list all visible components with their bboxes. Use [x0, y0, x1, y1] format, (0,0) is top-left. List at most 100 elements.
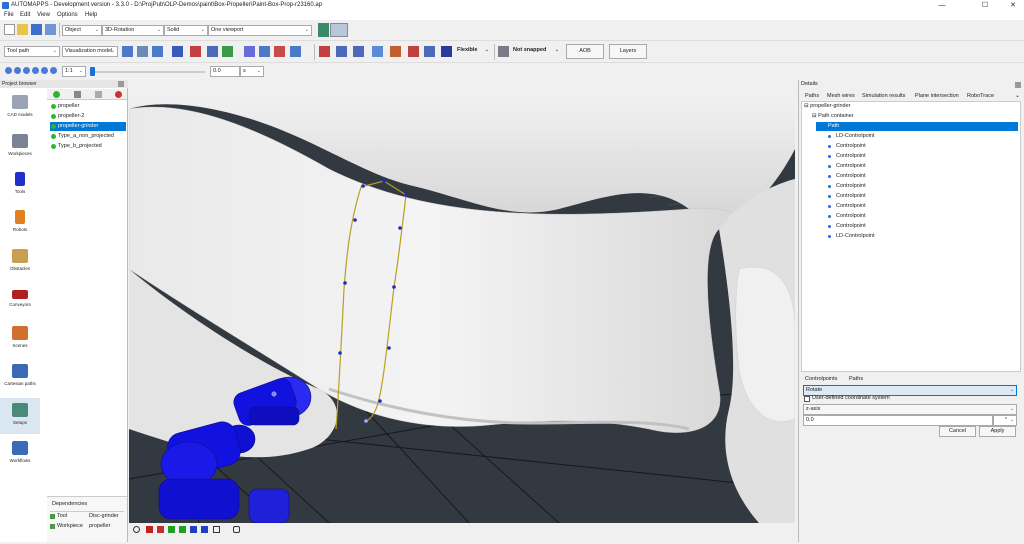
point-rotate-icon[interactable]	[353, 46, 364, 57]
view-iso-icon[interactable]	[213, 526, 220, 533]
menu-view[interactable]: View	[37, 12, 50, 18]
list-item-selected[interactable]: propeller-grinder	[50, 122, 126, 131]
list-item[interactable]: propeller-2	[50, 112, 84, 121]
target-edit-icon[interactable]	[259, 46, 270, 57]
view-bottom-icon[interactable]	[201, 526, 208, 533]
new-file-icon[interactable]	[4, 24, 15, 35]
category-conveyors[interactable]: Conveyors	[0, 287, 40, 307]
list-item[interactable]: Type_a_non_projected	[50, 132, 114, 141]
model-select[interactable]: Visualization model ⌄	[62, 46, 118, 57]
timeline-slider-thumb[interactable]	[90, 67, 95, 76]
axis-select[interactable]: z-axis ⌄	[803, 404, 1017, 415]
menu-options[interactable]: Options	[57, 12, 78, 18]
path-type-select[interactable]: Tool path ⌄	[4, 46, 60, 57]
user-cs-checkbox[interactable]	[804, 396, 810, 402]
tabs-overflow-icon[interactable]: ⌄	[1015, 92, 1020, 99]
flexible-select[interactable]: Flexible ⌄	[455, 46, 491, 57]
save-as-icon[interactable]	[45, 24, 56, 35]
category-workpieces[interactable]: Workpieces	[0, 134, 40, 156]
category-setups[interactable]: Setups	[0, 398, 40, 434]
time-unit-select[interactable]: s ⌄	[240, 66, 264, 77]
amount-unit-select[interactable]: ° ⌄	[993, 415, 1017, 426]
render-select[interactable]: Solid ⌄	[164, 25, 208, 36]
zoom-icon[interactable]	[133, 526, 140, 533]
snap-icon[interactable]	[498, 46, 509, 57]
view-back-icon[interactable]	[157, 526, 164, 533]
category-scenes[interactable]: Scenes	[0, 326, 40, 348]
amount-input[interactable]: 0.0	[803, 415, 993, 426]
point-icon[interactable]	[319, 46, 330, 57]
arrange-icon[interactable]	[222, 46, 233, 57]
rename-icon[interactable]	[95, 91, 102, 98]
tree-container[interactable]: ⊟ Path container	[812, 112, 854, 121]
measure-icon[interactable]	[290, 46, 301, 57]
tree-controlpoint[interactable]: Controlpoint	[828, 162, 866, 171]
open-folder-icon[interactable]	[17, 24, 28, 35]
tab-plane-intersection[interactable]: Plane intersection	[915, 93, 959, 99]
tab-robotrace[interactable]: RoboTrace	[967, 93, 994, 99]
tree-root[interactable]: ⊟ propeller-grinder	[804, 102, 851, 111]
cut-icon[interactable]	[408, 46, 419, 57]
first-frame-icon[interactable]	[5, 67, 12, 74]
prev-frame-icon[interactable]	[14, 67, 21, 74]
aob-button[interactable]: AOB	[566, 44, 604, 59]
tree-controlpoint[interactable]: Controlpoint	[828, 142, 866, 151]
maximize-button[interactable]: ☐	[978, 1, 992, 10]
add-icon[interactable]	[53, 91, 60, 98]
tab-paths[interactable]: Paths	[805, 93, 819, 99]
hand-icon[interactable]	[233, 526, 240, 533]
category-cartesian-paths[interactable]: Cartesian paths	[0, 364, 40, 386]
delete-icon[interactable]	[115, 91, 122, 98]
save-icon[interactable]	[31, 24, 42, 35]
category-workflows[interactable]: Workflows	[0, 441, 40, 463]
tab-simulation-results[interactable]: Simulation results	[862, 93, 905, 99]
time-input[interactable]: 0.0	[210, 66, 240, 77]
ratio-select[interactable]: 1:1 ⌄	[62, 66, 86, 77]
pin-icon[interactable]	[1015, 82, 1021, 88]
snap-select[interactable]: Not snapped ⌄	[511, 46, 561, 57]
last-frame-icon[interactable]	[50, 67, 57, 74]
point-move-icon[interactable]	[336, 46, 347, 57]
layout-icon[interactable]	[330, 23, 348, 37]
viewport-select[interactable]: One viewport ⌄	[208, 25, 312, 36]
tree-controlpoint[interactable]: LD-Controlpoint	[828, 132, 875, 141]
viewport-3d[interactable]	[129, 89, 795, 523]
target-icon[interactable]	[244, 46, 255, 57]
workpiece-icon[interactable]	[190, 46, 201, 57]
scene-canvas[interactable]	[129, 89, 795, 523]
pause-icon[interactable]	[32, 67, 39, 74]
tree-controlpoint[interactable]: Controlpoint	[828, 152, 866, 161]
category-tools[interactable]: Tools	[0, 172, 40, 194]
panel-toggle-icon[interactable]	[318, 23, 329, 37]
category-obstacles[interactable]: Obstacles	[0, 249, 40, 271]
apply-button[interactable]: Apply	[979, 426, 1016, 437]
path-edit-icon[interactable]	[137, 46, 148, 57]
play-icon[interactable]	[41, 67, 48, 74]
transfer-icon[interactable]	[207, 46, 218, 57]
copy-icon[interactable]	[74, 91, 81, 98]
view-right-icon[interactable]	[179, 526, 186, 533]
tab-lower-paths[interactable]: Paths	[849, 376, 863, 382]
tree-controlpoint[interactable]: Controlpoint	[828, 172, 866, 181]
spline-icon[interactable]	[372, 46, 383, 57]
tree-path-selected[interactable]: Path	[816, 122, 1018, 131]
path-tool-icon[interactable]	[122, 46, 133, 57]
tab-controlpoints[interactable]: Controlpoints	[805, 376, 837, 382]
view-front-icon[interactable]	[146, 526, 153, 533]
tree-controlpoint[interactable]: Controlpoint	[828, 182, 866, 191]
close-button[interactable]: ✕	[1006, 1, 1020, 10]
play-back-icon[interactable]	[23, 67, 30, 74]
tree-controlpoint[interactable]: LD-Controlpoint	[828, 232, 875, 241]
tree-controlpoint[interactable]: Controlpoint	[828, 212, 866, 221]
project-icon[interactable]	[390, 46, 401, 57]
tree-controlpoint[interactable]: Controlpoint	[828, 222, 866, 231]
category-robots[interactable]: Robots	[0, 210, 40, 232]
view-left-icon[interactable]	[168, 526, 175, 533]
cancel-button[interactable]: Cancel	[939, 426, 976, 437]
rotation-select[interactable]: 3D-Rotation ⌄	[102, 25, 164, 36]
minimize-button[interactable]: —	[935, 1, 949, 10]
layers-button[interactable]: Layers	[609, 44, 647, 59]
path-add-icon[interactable]	[152, 46, 163, 57]
category-cad-models[interactable]: CAD models	[0, 95, 40, 117]
tree-controlpoint[interactable]: Controlpoint	[828, 192, 866, 201]
